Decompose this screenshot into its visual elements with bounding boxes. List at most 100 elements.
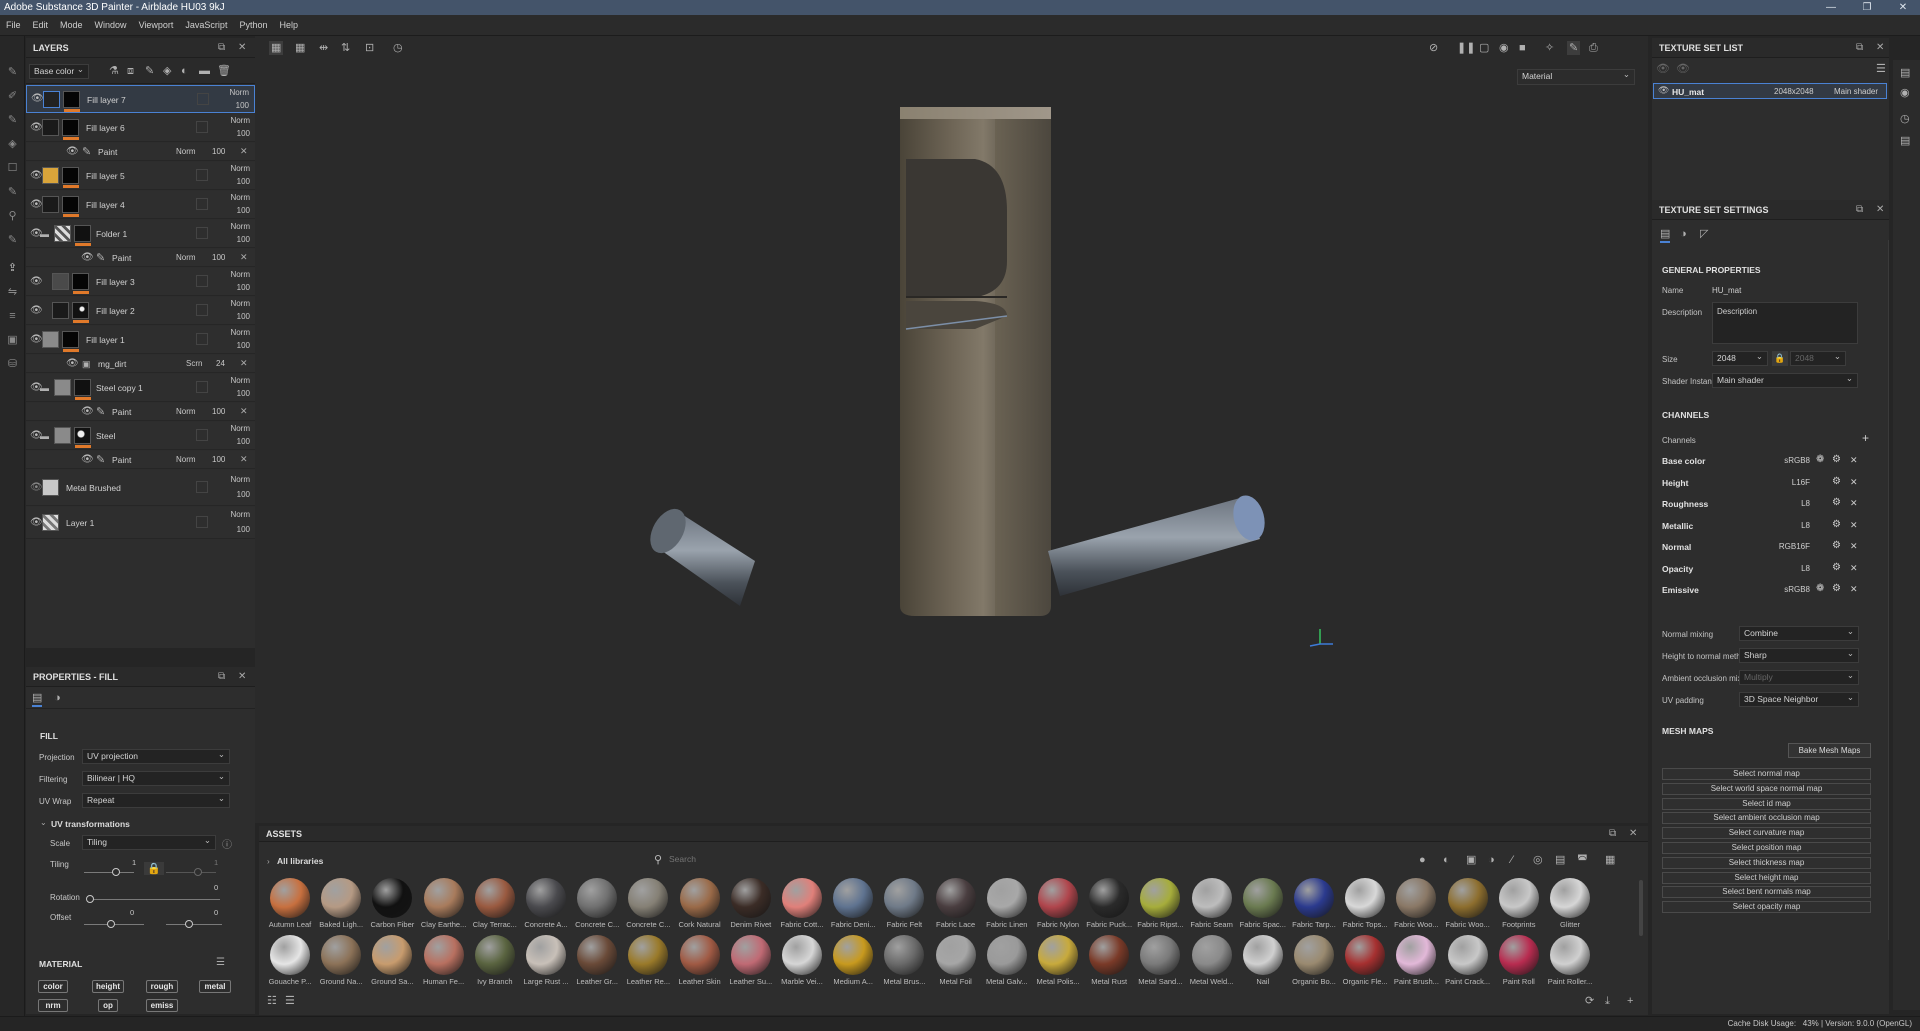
remove-channel-icon[interactable]: ✕ xyxy=(1850,520,1858,531)
folder-row[interactable]: 👁 ▬ Steel copy 1 Norm 100 xyxy=(26,374,255,402)
bake-tool-icon[interactable]: ⇪ xyxy=(6,262,19,275)
layer-opacity[interactable]: 100 xyxy=(237,490,250,499)
channel-settings-icon[interactable]: ⚙ xyxy=(1832,476,1841,487)
layer-checkbox[interactable] xyxy=(196,169,208,181)
camera-icon[interactable]: ■ xyxy=(1519,41,1526,55)
layer-row[interactable]: 👁 Fill layer 7 Norm 100 xyxy=(26,85,255,113)
measure-tool-icon[interactable]: ✎ xyxy=(6,234,19,247)
tiling-slider-knob[interactable] xyxy=(194,868,202,876)
layer-checkbox[interactable] xyxy=(196,381,208,393)
visibility-eye-icon[interactable]: 👁 xyxy=(30,199,43,211)
viewport-3d[interactable]: Material xyxy=(255,61,1648,823)
menu-javascript[interactable]: JavaScript xyxy=(185,20,227,30)
visibility-eye-icon[interactable]: 👁 xyxy=(30,276,43,288)
lock-ratio-icon[interactable]: 🔒 xyxy=(144,862,164,875)
chevron-right-icon[interactable]: › xyxy=(267,857,270,866)
mesh-map-slot[interactable]: Select opacity map xyxy=(1662,901,1871,914)
channel-toggle-height[interactable]: height xyxy=(92,980,124,993)
asset-thumbnail[interactable] xyxy=(1140,878,1181,918)
add-asset-icon[interactable]: + xyxy=(1627,994,1633,1008)
layer-opacity[interactable]: 100 xyxy=(237,129,250,138)
asset-thumbnail[interactable] xyxy=(1498,935,1539,975)
folder-row[interactable]: 👁 ▬ Steel Norm 100 xyxy=(26,422,255,450)
polygon-fill-icon[interactable]: ◈ xyxy=(6,138,19,151)
menu-help[interactable]: Help xyxy=(279,20,298,30)
channel-toggle-emiss[interactable]: emiss xyxy=(146,999,178,1012)
asset-list-icon[interactable]: ☰ xyxy=(285,994,295,1008)
layer-row[interactable]: 👁 Layer 1 Norm 100 xyxy=(26,507,255,539)
visibility-eye-off-icon[interactable]: 👁 xyxy=(30,482,43,494)
history-icon[interactable]: ◷ xyxy=(1900,112,1910,126)
layer-opacity[interactable]: 100 xyxy=(212,407,225,416)
asset-thumbnail[interactable] xyxy=(833,935,874,975)
mesh-map-slot[interactable]: Select thickness map xyxy=(1662,856,1871,869)
mesh-map-slot[interactable]: Select normal map xyxy=(1662,768,1871,780)
close-panel-icon[interactable]: ✕ xyxy=(1876,42,1884,53)
layer-opacity[interactable]: 100 xyxy=(212,455,225,464)
picker-tool-icon[interactable]: ⚲ xyxy=(6,210,19,223)
mesh-map-slot[interactable]: Select height map xyxy=(1662,871,1871,884)
mesh-map-slot[interactable]: Select id map xyxy=(1662,797,1871,810)
lock-size-icon[interactable]: 🔒 xyxy=(1772,351,1788,366)
uv-padding-select[interactable]: 3D Space Neighbor xyxy=(1739,691,1859,707)
asset-thumbnail[interactable] xyxy=(577,935,618,975)
filter-masks-icon[interactable]: ◑ xyxy=(1488,853,1495,867)
layer-checkbox[interactable] xyxy=(196,198,208,210)
visibility-eye-icon[interactable]: 👁 xyxy=(31,93,44,105)
layer-checkbox[interactable] xyxy=(196,481,208,493)
asset-thumbnail[interactable] xyxy=(321,935,362,975)
material-menu-icon[interactable]: ☰ xyxy=(216,957,225,968)
blend-mode[interactable]: Norm xyxy=(230,475,250,484)
asset-thumbnail[interactable] xyxy=(526,878,566,918)
layout-grid-icon[interactable]: ▦ xyxy=(295,41,305,55)
color-profile-icon[interactable]: ❁ xyxy=(1816,454,1824,465)
asset-thumbnail[interactable] xyxy=(1345,935,1386,975)
asset-thumbnail[interactable] xyxy=(372,935,413,975)
visibility-eye-icon[interactable]: 👁 xyxy=(1656,62,1670,76)
layer-opacity[interactable]: 100 xyxy=(237,389,250,398)
material-tab-icon[interactable]: ◑ xyxy=(54,691,61,705)
layer-opacity[interactable]: 100 xyxy=(237,206,250,215)
asset-thumbnail[interactable] xyxy=(1345,878,1386,918)
asset-thumbnail[interactable] xyxy=(1089,878,1130,918)
remove-channel-icon[interactable]: ✕ xyxy=(1850,584,1858,595)
mesh-tab-icon[interactable]: ◸ xyxy=(1700,227,1708,241)
menu-edit[interactable]: Edit xyxy=(33,20,49,30)
layer-checkbox[interactable] xyxy=(196,275,208,287)
asset-thumbnail[interactable] xyxy=(679,935,720,975)
layer-opacity[interactable]: 100 xyxy=(212,147,225,156)
asset-thumbnail[interactable] xyxy=(1498,878,1539,918)
asset-thumbnail[interactable] xyxy=(1038,878,1078,918)
asset-thumbnail[interactable] xyxy=(935,935,976,975)
float-panel-icon[interactable]: ⧉ xyxy=(1609,828,1616,839)
asset-thumbnail[interactable] xyxy=(270,878,310,918)
menu-file[interactable]: File xyxy=(6,20,21,30)
asset-thumbnail[interactable] xyxy=(628,935,669,975)
asset-thumbnail[interactable] xyxy=(935,878,976,918)
fill-properties-tab-icon[interactable]: ▤ xyxy=(32,691,43,707)
uvwrap-select[interactable]: Repeat xyxy=(82,792,230,808)
menu-python[interactable]: Python xyxy=(239,20,267,30)
minimize-icon[interactable]: — xyxy=(1820,0,1842,15)
asset-thumbnail[interactable] xyxy=(1089,935,1130,975)
asset-thumbnail[interactable] xyxy=(270,935,310,975)
text-tool-icon[interactable]: ≡ xyxy=(6,310,19,323)
remove-effect-icon[interactable]: ✕ xyxy=(240,406,248,417)
tiling-slider-v[interactable] xyxy=(166,872,216,873)
asset-thumbnail[interactable] xyxy=(577,878,618,918)
visibility-eye-icon[interactable]: 👁 xyxy=(1658,85,1669,96)
asset-thumbnail[interactable] xyxy=(679,878,720,918)
uv-transformations-title[interactable]: UV transformations xyxy=(51,819,130,829)
visibility-eye-icon[interactable]: 👁 xyxy=(66,146,79,158)
visibility-eye-icon[interactable]: 👁 xyxy=(30,517,43,529)
layer-opacity[interactable]: 100 xyxy=(236,101,249,110)
refresh-icon[interactable]: ⟳ xyxy=(1585,994,1594,1008)
asset-thumbnail[interactable] xyxy=(1294,935,1334,975)
texture-set-row[interactable]: 👁 HU_mat 2048x2048 Main shader xyxy=(1653,83,1887,99)
blend-mode[interactable]: Norm xyxy=(176,455,196,464)
asset-thumbnail[interactable] xyxy=(474,878,515,918)
smudge-tool-icon[interactable]: ☐ xyxy=(6,162,19,175)
asset-thumbnail[interactable] xyxy=(730,878,771,918)
visibility-eye-icon[interactable]: 👁 xyxy=(30,170,43,182)
layer-opacity[interactable]: 24 xyxy=(216,359,225,368)
